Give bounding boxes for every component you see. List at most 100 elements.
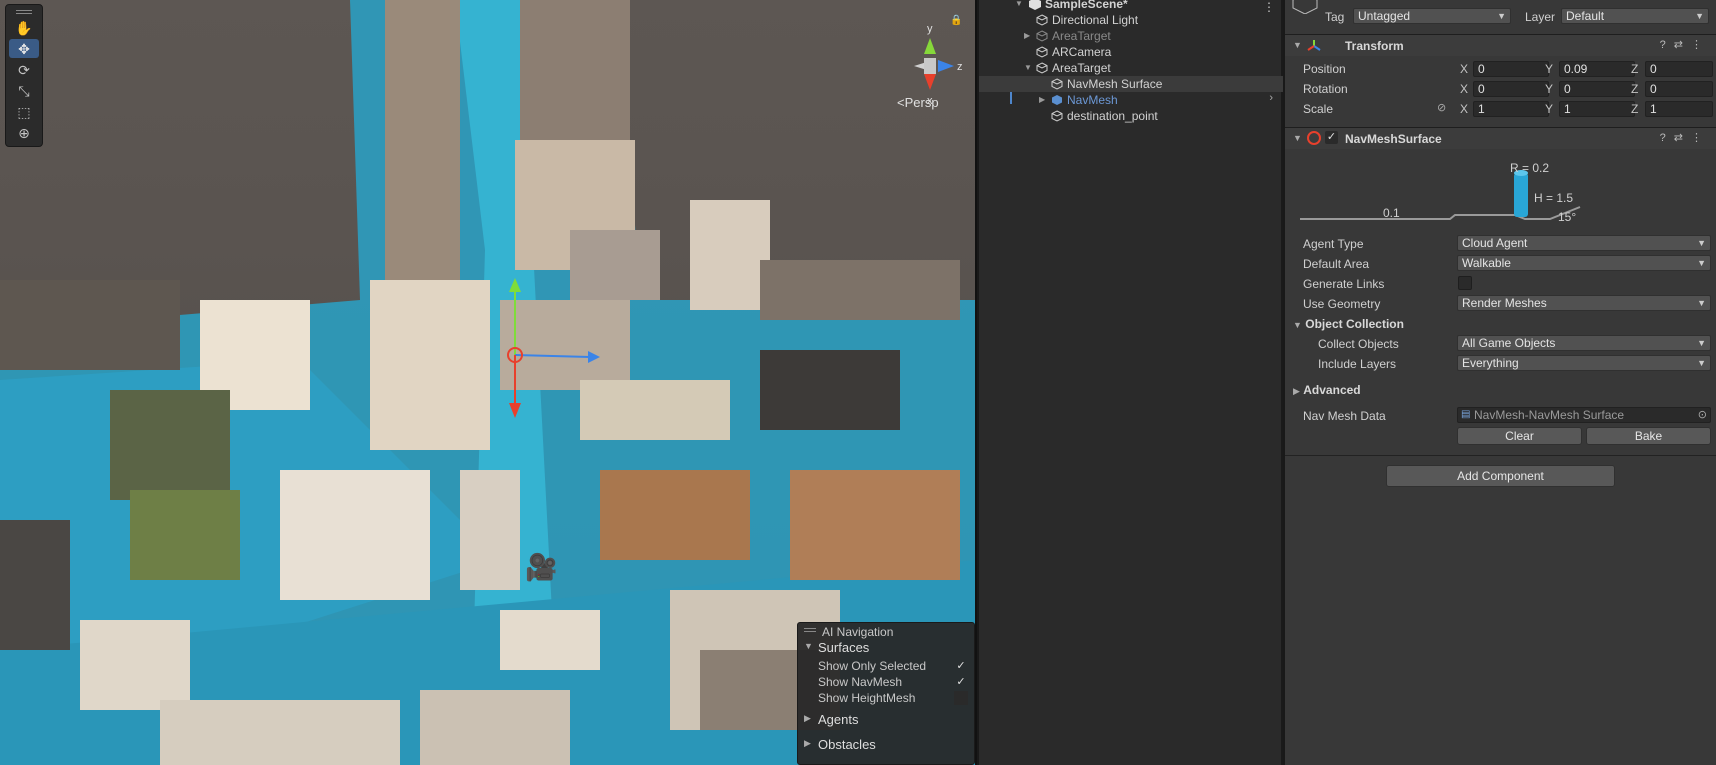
foldout-open-icon: ▼: [804, 641, 813, 651]
hierarchy-item-selected[interactable]: NavMesh Surface: [979, 76, 1283, 92]
scale-tool-icon[interactable]: ⤡: [9, 81, 39, 100]
lock-icon[interactable]: 🔒: [950, 15, 962, 26]
show-heightmesh-row[interactable]: Show HeightMesh: [818, 691, 968, 705]
expand-closed-icon[interactable]: ▶: [1024, 28, 1030, 44]
foldout-open-icon[interactable]: ▼: [1293, 133, 1302, 143]
hierarchy-item-label: Directional Light: [1052, 13, 1139, 27]
rect-tool-icon[interactable]: ⬚: [9, 102, 39, 121]
kebab-menu-icon[interactable]: ⋮: [1691, 39, 1710, 51]
kebab-menu-icon[interactable]: ⋮: [1691, 132, 1710, 144]
include-layers-dropdown[interactable]: Everything ▼: [1457, 355, 1711, 371]
hierarchy-item[interactable]: destination_point: [979, 108, 1283, 124]
room-block: [160, 700, 400, 765]
obstacles-label: Obstacles: [818, 737, 876, 752]
hand-tool-icon[interactable]: ✋: [9, 18, 39, 37]
gizmo-center[interactable]: [924, 58, 936, 74]
room-block: [790, 470, 960, 580]
scale-z-field[interactable]: 1: [1645, 101, 1713, 117]
obstacles-foldout[interactable]: ▶ Obstacles: [804, 737, 876, 752]
show-navmesh-checkbox[interactable]: ✓: [954, 675, 968, 689]
move-tool-icon[interactable]: ✥: [9, 39, 39, 58]
scale-y-field[interactable]: 1: [1559, 101, 1635, 117]
gizmo-y-cone[interactable]: [924, 38, 936, 54]
object-collection-label: Object Collection: [1305, 317, 1404, 331]
scene-view[interactable]: ✋ ✥ ⟳ ⤡ ⬚ ⊕ y z x 🔒 <Persp 🎥 AI Navigati…: [0, 0, 977, 765]
constrain-proportions-icon[interactable]: ⊘: [1437, 101, 1446, 114]
transform-title: Transform: [1345, 39, 1404, 53]
preset-icon[interactable]: ⇄: [1674, 39, 1691, 51]
generate-links-checkbox[interactable]: [1458, 276, 1472, 290]
component-header-icons[interactable]: ?⇄⋮: [1660, 131, 1710, 144]
agent-type-value: Cloud Agent: [1462, 236, 1528, 250]
hierarchy-item[interactable]: Directional Light: [979, 12, 1283, 28]
camera-icon[interactable]: 🎥: [525, 552, 557, 583]
transform-tool-icon[interactable]: ⊕: [9, 123, 39, 142]
scale-x-field[interactable]: 1: [1473, 101, 1549, 117]
position-x-field[interactable]: 0: [1473, 61, 1549, 77]
dropdown-caret-icon: ▼: [1697, 358, 1706, 368]
agent-type-label: Agent Type: [1303, 237, 1364, 251]
expand-open-icon[interactable]: ▼: [1024, 60, 1032, 76]
rotation-z-field[interactable]: 0: [1645, 81, 1713, 97]
collect-objects-dropdown[interactable]: All Game Objects ▼: [1457, 335, 1711, 351]
rotation-x-field[interactable]: 0: [1473, 81, 1549, 97]
agents-foldout[interactable]: ▶ Agents: [804, 712, 858, 727]
use-geometry-dropdown[interactable]: Render Meshes ▼: [1457, 295, 1711, 311]
show-only-selected-checkbox[interactable]: ✓: [954, 659, 968, 673]
foldout-open-icon[interactable]: ▼: [1293, 40, 1302, 50]
hierarchy-item[interactable]: ▶ NavMesh: [979, 92, 1283, 108]
expand-closed-icon[interactable]: ▶: [1039, 92, 1045, 108]
navmesh-asset-icon: ▤: [1461, 409, 1471, 420]
bake-button[interactable]: Bake: [1586, 427, 1711, 445]
foldout-open-icon: ▼: [1293, 320, 1302, 330]
position-y-field[interactable]: 0.09: [1559, 61, 1635, 77]
ai-navigation-title[interactable]: AI Navigation: [798, 623, 974, 640]
hierarchy-item[interactable]: ▼ AreaTarget: [979, 60, 1283, 76]
nav-mesh-data-label: Nav Mesh Data: [1303, 409, 1386, 423]
help-icon[interactable]: ?: [1660, 132, 1674, 144]
scene-name: SampleScene*: [1045, 0, 1128, 11]
rotation-y-field[interactable]: 0: [1559, 81, 1635, 97]
toolbar-grip[interactable]: [9, 7, 39, 16]
chevron-right-icon[interactable]: ›: [1269, 92, 1273, 104]
scene-root-row[interactable]: ▼ SampleScene*: [979, 0, 1283, 12]
show-navmesh-row[interactable]: Show NavMesh ✓: [818, 675, 968, 689]
show-navmesh-label: Show NavMesh: [818, 675, 903, 689]
navmesh-surface-icon: [1307, 131, 1321, 145]
ai-navigation-overlay[interactable]: AI Navigation ▼ Surfaces Show Only Select…: [797, 622, 975, 765]
rotate-tool-icon[interactable]: ⟳: [9, 60, 39, 79]
add-component-button[interactable]: Add Component: [1386, 465, 1615, 487]
axis-x-label: X: [1460, 62, 1469, 76]
gizmo-x-cone[interactable]: [924, 74, 936, 90]
agent-type-dropdown[interactable]: Cloud Agent ▼: [1457, 235, 1711, 251]
hierarchy-item[interactable]: ▶ AreaTarget: [979, 28, 1283, 44]
object-picker-icon[interactable]: ⊙: [1698, 408, 1707, 422]
advanced-foldout[interactable]: ▶ Advanced: [1293, 383, 1361, 397]
show-heightmesh-checkbox[interactable]: [954, 691, 968, 705]
transform-header[interactable]: ▼ Transform ?⇄⋮: [1285, 34, 1716, 56]
room-block: [0, 280, 180, 370]
default-area-dropdown[interactable]: Walkable ▼: [1457, 255, 1711, 271]
help-icon[interactable]: ?: [1660, 39, 1674, 51]
gizmo-z-cone[interactable]: [938, 60, 954, 72]
position-z-field[interactable]: 0: [1645, 61, 1713, 77]
tag-dropdown[interactable]: Untagged ▼: [1353, 8, 1511, 24]
object-collection-foldout[interactable]: ▼ Object Collection: [1293, 317, 1404, 331]
use-geometry-label: Use Geometry: [1303, 297, 1381, 311]
perspective-toggle[interactable]: <Persp: [897, 95, 939, 110]
gameobject-cube-icon: [1036, 14, 1048, 26]
layer-dropdown[interactable]: Default ▼: [1561, 8, 1709, 24]
show-only-selected-row[interactable]: Show Only Selected ✓: [818, 659, 968, 673]
axis-z-label: Z: [1631, 62, 1639, 76]
nav-mesh-data-value: NavMesh-NavMesh Surface: [1474, 408, 1625, 422]
clear-button[interactable]: Clear: [1457, 427, 1582, 445]
navmesh-surface-header[interactable]: ▼ ✓ NavMeshSurface ?⇄⋮: [1285, 127, 1716, 149]
surfaces-foldout[interactable]: ▼ Surfaces: [804, 640, 869, 655]
axis-x-label: X: [1460, 102, 1469, 116]
preset-icon[interactable]: ⇄: [1674, 132, 1691, 144]
hierarchy-item[interactable]: ARCamera: [979, 44, 1283, 60]
expand-open-icon[interactable]: ▼: [1015, 0, 1023, 12]
enabled-checkbox[interactable]: ✓: [1325, 131, 1338, 144]
component-header-icons[interactable]: ?⇄⋮: [1660, 38, 1710, 51]
nav-mesh-data-field[interactable]: ▤ NavMesh-NavMesh Surface ⊙: [1457, 407, 1711, 423]
